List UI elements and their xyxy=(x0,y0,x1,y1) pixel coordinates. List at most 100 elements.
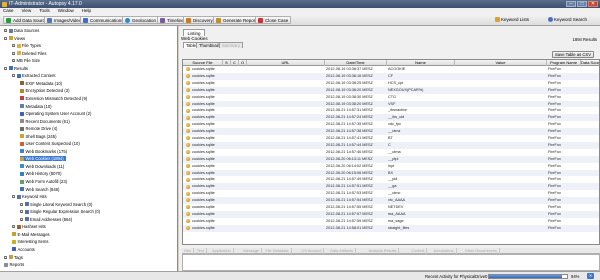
progress-bar xyxy=(488,273,568,279)
close-case-button[interactable]: Close Case xyxy=(255,16,292,24)
tree-item[interactable]: Operating System User Account (2) xyxy=(20,111,91,116)
plus-icon xyxy=(6,17,11,23)
table-row[interactable]: cookies.sqlite 2012-08-21 14:57:59 MESZ ma… xyxy=(183,218,599,225)
expand-toggle[interactable]: + xyxy=(12,51,15,55)
table-cell: BX xyxy=(388,170,394,175)
tree-item[interactable]: − Extracted Content xyxy=(12,73,56,78)
extracted-icon xyxy=(16,73,21,78)
table-row[interactable]: cookies.sqlite 2012-08-19 03:38:25 MESZ HC… xyxy=(183,80,599,87)
tree-item[interactable]: Recent Documents (61) xyxy=(20,119,70,124)
expand-toggle[interactable]: − xyxy=(12,74,15,78)
geolocation-button[interactable]: Geolocation xyxy=(122,16,160,24)
tree-item[interactable]: Web Cookies (1894) xyxy=(20,156,66,162)
table-row[interactable]: cookies.sqlite 2012-08-21 14:58:01 MESZ st… xyxy=(183,224,599,232)
table-row[interactable]: cookies.sqlite 2012-08-20 06:14:02 MESZ In… xyxy=(183,163,599,170)
cookie-icon xyxy=(186,101,190,106)
tree-item[interactable]: − Keyword Hits xyxy=(12,194,47,199)
minimize-button[interactable]: – xyxy=(566,1,576,7)
keyword-lists-button[interactable]: Keyword Lists xyxy=(495,17,529,22)
table-row[interactable]: cookies.sqlite 2012-08-20 06:13:11 MESZ __… xyxy=(183,155,599,163)
progress-fill xyxy=(489,274,563,278)
table-cell: FireFox xyxy=(548,129,561,134)
tree-item[interactable]: Extension Mismatch Detected (9) xyxy=(20,96,87,101)
tree-item[interactable]: Web Search (848) xyxy=(20,187,59,192)
expand-toggle[interactable]: + xyxy=(12,225,15,229)
table-row[interactable]: cookies.sqlite 2012-08-21 14:57:31 MESZ _i… xyxy=(183,107,599,114)
table-row[interactable]: cookies.sqlite 2012-08-20 06:15:06 MESZ BX… xyxy=(183,169,599,177)
generate-report-button[interactable]: Generate Report xyxy=(213,16,260,24)
tree-item[interactable]: + Email Addresses (664) xyxy=(20,217,72,222)
maximize-button[interactable]: □ xyxy=(577,1,587,7)
tree-item[interactable]: E-Mail Messages xyxy=(12,232,50,237)
communications-button[interactable]: Communications xyxy=(80,16,127,24)
table-row[interactable]: cookies.sqlite 2012-08-21 14:57:54 MESZ vt… xyxy=(183,197,599,204)
tab-summary[interactable]: Summary xyxy=(219,42,243,48)
expand-toggle[interactable]: + xyxy=(20,202,23,206)
table-row[interactable]: cookies.sqlite 2012-08-21 14:57:57 MESZ ma… xyxy=(183,210,599,218)
close-window-button[interactable]: ✕ xyxy=(588,1,598,7)
table-cell: FireFox xyxy=(548,73,561,78)
tree-item-label: Shell Bags (245) xyxy=(25,133,57,139)
table-row[interactable]: cookies.sqlite 2012-08-21 14:57:46 MESZ __… xyxy=(183,149,599,156)
cookie-icon xyxy=(186,115,190,120)
table-cell: 2012-08-21 14:57:35 MESZ xyxy=(326,122,373,127)
tree-item[interactable]: + File Types xyxy=(12,43,41,48)
tree-item[interactable]: Encryption Detected (3) xyxy=(20,88,70,93)
tree-item-label: Hashset Hits xyxy=(22,224,46,230)
tree-item[interactable]: − Results xyxy=(4,66,28,71)
tree-item[interactable]: Remote Drive (4) xyxy=(20,126,57,131)
tab-listing[interactable]: Listing xyxy=(183,29,205,36)
tree-item[interactable]: Web Bookmarks (175) xyxy=(20,149,67,154)
tree-item[interactable]: + Single Regular Expression Search (0) xyxy=(20,209,100,214)
table-row[interactable]: cookies.sqlite 2012-08-19 03:38:30 MESZ CT… xyxy=(183,94,599,101)
tree-item[interactable]: + Deleted Files xyxy=(12,51,46,56)
expand-toggle[interactable]: + xyxy=(4,29,7,33)
expand-toggle[interactable]: + xyxy=(12,59,15,63)
table-cell xyxy=(247,163,325,170)
save-table-csv-button[interactable]: Save Table as CSV xyxy=(552,51,594,58)
expand-toggle[interactable]: − xyxy=(12,195,15,199)
tree-item[interactable]: Shell Bags (245) xyxy=(20,134,56,139)
tree-item[interactable]: Web Form Autofill (23) xyxy=(20,179,67,184)
folder-icon xyxy=(16,43,21,48)
table-row[interactable]: cookies.sqlite 2012-08-21 14:57:35 MESZ vd… xyxy=(183,121,599,128)
table-row[interactable]: cookies.sqlite 2012-08-19 03:38:20 MESZ NE… xyxy=(183,86,599,94)
table-row[interactable]: cookies.sqlite 2012-08-19 03:38:16 MESZ CF… xyxy=(183,72,599,80)
tree-item[interactable]: Metadata (10) xyxy=(20,104,52,109)
expand-toggle[interactable]: − xyxy=(4,36,7,40)
expand-toggle[interactable]: + xyxy=(12,44,15,48)
table-row[interactable]: cookies.sqlite 2012-08-21 14:57:24 MESZ __… xyxy=(183,114,599,122)
tree-item[interactable]: + MB File Size xyxy=(12,58,40,63)
tree-item[interactable]: User Content Suspected (10) xyxy=(20,141,80,146)
expand-toggle[interactable]: + xyxy=(20,210,23,214)
table-row[interactable]: cookies.sqlite 2012-08-21 14:57:51 MESZ __… xyxy=(183,183,599,191)
tree-item[interactable]: Interesting Items xyxy=(12,239,48,244)
tree-item[interactable]: EXIF Metadata (10) xyxy=(20,81,62,86)
tree-item[interactable]: − Views xyxy=(4,36,25,41)
tree-item[interactable]: + Tags xyxy=(4,255,23,260)
expand-toggle[interactable]: + xyxy=(20,217,23,221)
tree-item[interactable]: Web History (8070) xyxy=(20,171,62,176)
tree-item[interactable]: + Hashset Hits xyxy=(12,224,46,229)
table-row[interactable]: cookies.sqlite 2012-08-21 14:57:49 MESZ __… xyxy=(183,176,599,183)
tree-item[interactable]: Accounts xyxy=(12,247,35,252)
tree-item[interactable]: Web Downloads (11) xyxy=(20,164,64,169)
table-cell xyxy=(247,190,325,197)
table-row[interactable]: cookies.sqlite 2012-08-21 14:57:44 MESZ C F… xyxy=(183,141,599,149)
expand-toggle[interactable]: + xyxy=(4,255,7,259)
hash-icon xyxy=(16,224,21,229)
tab-thumbnail[interactable]: Thumbnail xyxy=(196,42,222,48)
tree-item[interactable]: + Single Literal Keyword Search (0) xyxy=(20,202,92,207)
cancel-progress-button[interactable]: ✕ xyxy=(587,273,594,279)
keyword-search-button[interactable]: Keyword Search xyxy=(548,17,587,22)
table-row[interactable]: cookies.sqlite 2012-08-21 14:57:38 MESZ __… xyxy=(183,128,599,135)
tree-item[interactable]: Reports xyxy=(4,262,24,267)
tree-item[interactable]: + Data Sources xyxy=(4,28,39,33)
table-row[interactable]: cookies.sqlite 2012-08-19 03:38:20 MESZ VS… xyxy=(183,100,599,108)
table-row[interactable]: cookies.sqlite 2012-08-21 14:57:53 MESZ __… xyxy=(183,190,599,197)
discovery-button[interactable]: Discovery xyxy=(183,16,216,24)
table-row[interactable]: cookies.sqlite 2012-08-21 14:57:55 MESZ NE… xyxy=(183,204,599,211)
table-row[interactable]: cookies.sqlite 2012-08-19 03:38:37 MESZ AC… xyxy=(183,66,599,73)
table-row[interactable]: cookies.sqlite 2012-08-21 14:57:41 MESZ BT… xyxy=(183,135,599,142)
expand-toggle[interactable]: − xyxy=(4,66,7,70)
